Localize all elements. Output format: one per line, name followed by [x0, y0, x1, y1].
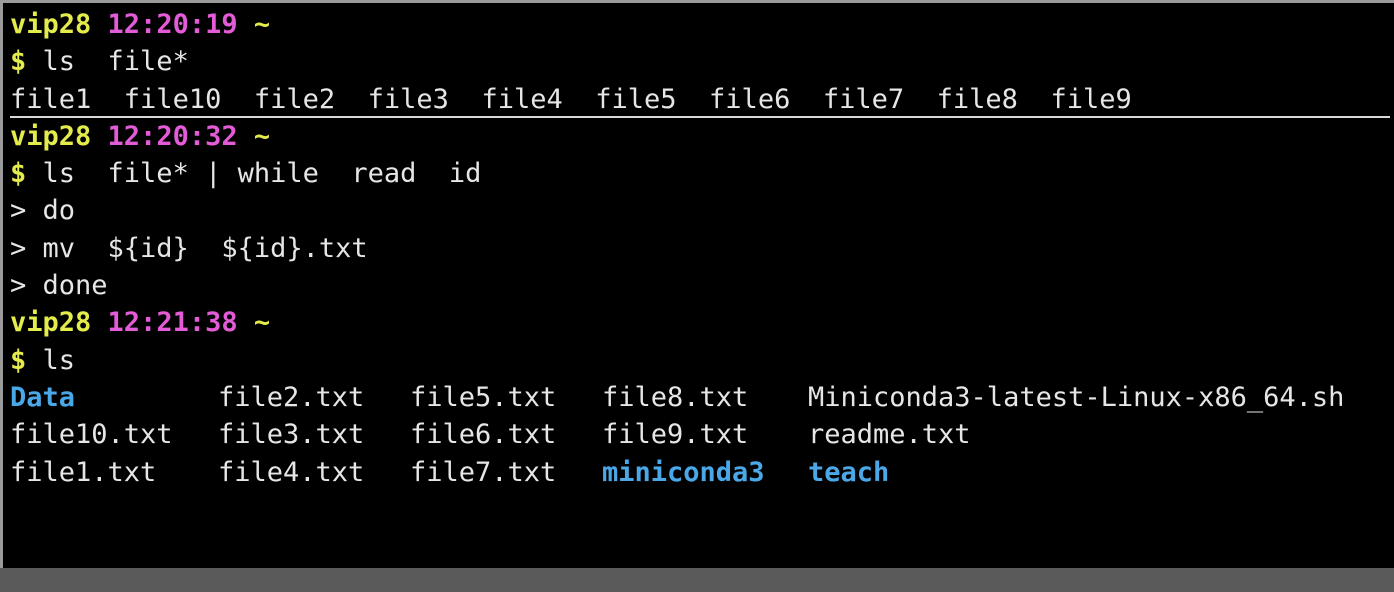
prompt-user: vip28 [10, 120, 92, 152]
continuation-line: > done [10, 267, 1390, 304]
file-entry: file2 [253, 83, 336, 115]
file-entry: file9 [1050, 83, 1132, 115]
file-entry: file3 [367, 83, 449, 115]
continuation-text: > mv ${id} ${id}.txt [10, 232, 368, 264]
command-text: ls file* | while read id [26, 158, 482, 190]
output-line: file1 file10 file2 file3 file4 file5 fil… [10, 81, 1390, 118]
file-entry: file6.txt [410, 419, 557, 451]
file-entry: file8 [936, 83, 1018, 115]
prompt-time: 12:20:32 [107, 120, 238, 152]
continuation-line: > do [10, 192, 1390, 229]
file-entry: Miniconda3-latest-Linux-x86_64.sh [808, 381, 1345, 413]
window-left-border [0, 0, 3, 592]
prompt-time: 12:20:19 [107, 9, 238, 40]
continuation-line: > mv ${id} ${id}.txt [10, 230, 1390, 267]
prompt-symbol: $ [10, 158, 27, 190]
file-entry: file10.txt [10, 419, 173, 451]
command-line: $ ls [10, 342, 1390, 379]
file-entry: file7 [822, 83, 905, 115]
prompt-line: vip28 12:20:32 ~ [10, 118, 1390, 155]
terminal-window[interactable]: vip28 12:20:19 ~ $ ls file* file1 file10… [0, 0, 1394, 592]
prompt-time: 12:21:38 [107, 307, 238, 339]
file-entry: file6 [709, 83, 791, 115]
continuation-text: > do [10, 195, 76, 227]
directory-entry: miniconda3 [602, 456, 765, 488]
file-entry: file7.txt [410, 456, 557, 488]
window-top-border [0, 0, 1394, 3]
window-bottom-bar [0, 568, 1394, 592]
file-entry: file9.txt [602, 419, 749, 451]
prompt-dir: ~ [253, 9, 271, 40]
file-entry: file1.txt [10, 456, 157, 488]
file-entry: file5.txt [410, 381, 557, 413]
file-entry: file8.txt [602, 381, 749, 413]
listing-row: file1.txt file4.txt file7.txt miniconda3… [10, 454, 1390, 491]
directory-entry: teach [808, 456, 890, 488]
prompt-symbol: $ [10, 344, 27, 376]
file-entry: file1 [10, 83, 92, 115]
terminal-output: vip28 12:20:19 ~ $ ls file* file1 file10… [10, 6, 1390, 491]
file-entry: readme.txt [808, 419, 971, 451]
prompt-dir: ~ [253, 120, 271, 152]
prompt-user: vip28 [10, 9, 92, 40]
prompt-symbol: $ [10, 46, 27, 78]
listing-row: Data file2.txt file5.txt file8.txt Minic… [10, 379, 1390, 416]
directory-entry: Data [10, 381, 76, 413]
command-line: $ ls file* [10, 43, 1390, 80]
prompt-dir: ~ [253, 307, 271, 339]
command-text: ls [26, 344, 76, 376]
prompt-line: vip28 12:21:38 ~ [10, 304, 1390, 341]
file-entry: file2.txt [218, 381, 365, 413]
listing-row: file10.txt file3.txt file6.txt file9.txt… [10, 416, 1390, 453]
file-entry: file5 [595, 83, 677, 115]
command-text: ls file* [26, 46, 189, 78]
file-entry: file4 [481, 83, 563, 115]
file-entry: file3.txt [218, 419, 365, 451]
command-line: $ ls file* | while read id [10, 155, 1390, 192]
continuation-text: > done [10, 270, 108, 302]
file-entry: file4.txt [218, 456, 365, 488]
file-entry: file10 [123, 83, 222, 115]
prompt-user: vip28 [10, 307, 92, 339]
prompt-line: vip28 12:20:19 ~ [10, 6, 1390, 43]
